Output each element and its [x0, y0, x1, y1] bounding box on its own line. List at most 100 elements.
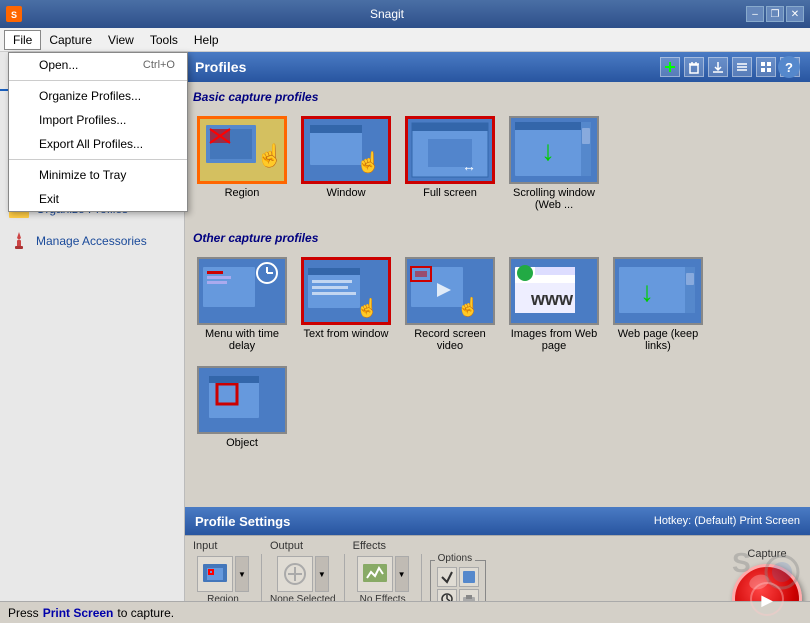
title-bar: S Snagit – ❐ ✕ — [0, 0, 810, 28]
output-icon-btn[interactable] — [277, 556, 313, 592]
effects-icon-btn[interactable] — [357, 556, 393, 592]
svg-text:www: www — [530, 289, 574, 309]
manage-accessories-label: Manage Accessories — [36, 234, 147, 248]
file-dropdown-menu: Open... Ctrl+O Organize Profiles... Impo… — [8, 52, 188, 212]
effects-control: ▼ — [357, 556, 409, 592]
menu-file[interactable]: File — [4, 30, 41, 50]
sidebar-item-manage-accessories[interactable]: Manage Accessories — [0, 225, 184, 257]
profile-images-web-label: Images from Web page — [509, 328, 599, 352]
profile-settings-header: Profile Settings Hotkey: (Default) Print… — [185, 507, 810, 535]
options-icon-2[interactable] — [459, 567, 479, 587]
app-title: Snagit — [28, 7, 746, 21]
svg-text:S: S — [11, 10, 17, 20]
svg-text:↔: ↔ — [462, 158, 476, 174]
profile-object-label: Object — [226, 437, 258, 449]
svg-text:☝: ☝ — [256, 142, 283, 169]
profile-text-window[interactable]: ☝ Text from window — [297, 253, 395, 356]
settings-hotkey: Hotkey: (Default) Print Screen — [654, 515, 800, 527]
profile-region-label: Region — [225, 187, 260, 199]
profile-scrolling-label: Scrolling window (Web ... — [509, 187, 599, 211]
input-dropdown-arrow[interactable]: ▼ — [235, 556, 249, 592]
output-label: Output — [270, 540, 303, 552]
profile-record-video-thumb: ☝ — [405, 257, 495, 325]
profiles-scroll-area[interactable]: Basic capture profiles — [185, 82, 810, 507]
options-icon-1[interactable] — [437, 567, 457, 587]
output-group: Output ▼ None Selected — [270, 540, 336, 605]
basic-section-header: Basic capture profiles — [193, 90, 802, 104]
input-icon-btn[interactable] — [197, 556, 233, 592]
status-key: Print Screen — [43, 606, 114, 620]
profile-region[interactable]: ☝ Region — [193, 112, 291, 215]
other-profiles-grid: Menu with time delay — [193, 253, 802, 453]
profile-fullscreen[interactable]: ↔ Full screen — [401, 112, 499, 215]
dropdown-sep-1 — [9, 80, 187, 81]
profile-scrolling[interactable]: ↓ Scrolling window (Web ... — [505, 112, 603, 215]
right-panel: Profiles — [185, 52, 810, 623]
input-control: ▼ — [197, 556, 249, 592]
profile-object-thumb — [197, 366, 287, 434]
status-press: Press — [8, 606, 39, 620]
svg-text:↓: ↓ — [640, 276, 654, 307]
menu-bar: File Capture View Tools Help — [0, 28, 810, 52]
profile-window-label: Window — [326, 187, 365, 199]
status-capture: to capture. — [117, 606, 174, 620]
basic-profiles-grid: ☝ Region ☝ — [193, 112, 802, 215]
status-bar: Press Print Screen to capture. — [0, 601, 810, 623]
dropdown-open[interactable]: Open... Ctrl+O — [9, 53, 187, 77]
help-button[interactable]: ? — [778, 56, 800, 78]
profiles-add-btn[interactable] — [660, 57, 680, 77]
profile-window-thumb: ☝ — [301, 116, 391, 184]
profile-region-thumb: ☝ — [197, 116, 287, 184]
dropdown-minimize-tray[interactable]: Minimize to Tray — [9, 163, 187, 187]
accessories-icon — [8, 230, 30, 252]
dropdown-sep-2 — [9, 159, 187, 160]
profile-images-web-thumb: www — [509, 257, 599, 325]
restore-button[interactable]: ❐ — [766, 6, 784, 22]
effects-dropdown-arrow[interactable]: ▼ — [395, 556, 409, 592]
profile-text-window-thumb: ☝ — [301, 257, 391, 325]
output-dropdown-arrow[interactable]: ▼ — [315, 556, 329, 592]
menu-capture[interactable]: Capture — [41, 30, 100, 50]
dropdown-exit[interactable]: Exit — [9, 187, 187, 211]
menu-tools[interactable]: Tools — [142, 30, 186, 50]
profile-settings-title: Profile Settings — [195, 514, 290, 529]
svg-text:↓: ↓ — [541, 135, 555, 166]
profile-window[interactable]: ☝ Window — [297, 112, 395, 215]
input-group: Input ▼ Region — [193, 540, 253, 605]
profiles-title: Profiles — [195, 59, 246, 75]
app-icon: S — [6, 6, 22, 22]
profile-object[interactable]: Object — [193, 362, 291, 453]
dropdown-export-profiles[interactable]: Export All Profiles... — [9, 132, 187, 156]
profile-menu-time-label: Menu with time delay — [197, 328, 287, 352]
svg-text:☝: ☝ — [356, 150, 381, 174]
profile-webpage[interactable]: ↓ Web page (keep links) — [609, 253, 707, 356]
menu-view[interactable]: View — [100, 30, 142, 50]
menu-help[interactable]: Help — [186, 30, 227, 50]
options-label: Options — [435, 553, 475, 564]
profiles-header: Profiles — [185, 52, 810, 82]
profile-record-video-label: Record screen video — [405, 328, 495, 352]
profile-text-window-label: Text from window — [304, 328, 389, 340]
effects-label: Effects — [353, 540, 386, 552]
profiles-grid-view-btn[interactable] — [756, 57, 776, 77]
profile-fullscreen-thumb: ↔ — [405, 116, 495, 184]
profile-images-web[interactable]: www Images from Web page — [505, 253, 603, 356]
minimize-button[interactable]: – — [746, 6, 764, 22]
input-label: Input — [193, 540, 217, 552]
profile-webpage-label: Web page (keep links) — [613, 328, 703, 352]
window-controls: – ❐ ✕ — [746, 6, 804, 22]
effects-group: Effects ▼ No Effects — [353, 540, 413, 605]
other-section-header: Other capture profiles — [193, 231, 802, 245]
profiles-list-view-btn[interactable] — [732, 57, 752, 77]
profile-fullscreen-label: Full screen — [423, 187, 477, 199]
dropdown-organize-profiles[interactable]: Organize Profiles... — [9, 84, 187, 108]
dropdown-import-profiles[interactable]: Import Profiles... — [9, 108, 187, 132]
profile-menu-time[interactable]: Menu with time delay — [193, 253, 291, 356]
profiles-delete-btn[interactable] — [684, 57, 704, 77]
profile-menu-time-thumb — [197, 257, 287, 325]
profiles-download-btn[interactable] — [708, 57, 728, 77]
close-button[interactable]: ✕ — [786, 6, 804, 22]
profile-record-video[interactable]: ☝ Record screen video — [401, 253, 499, 356]
profile-webpage-thumb: ↓ — [613, 257, 703, 325]
svg-text:S: S — [732, 547, 751, 578]
